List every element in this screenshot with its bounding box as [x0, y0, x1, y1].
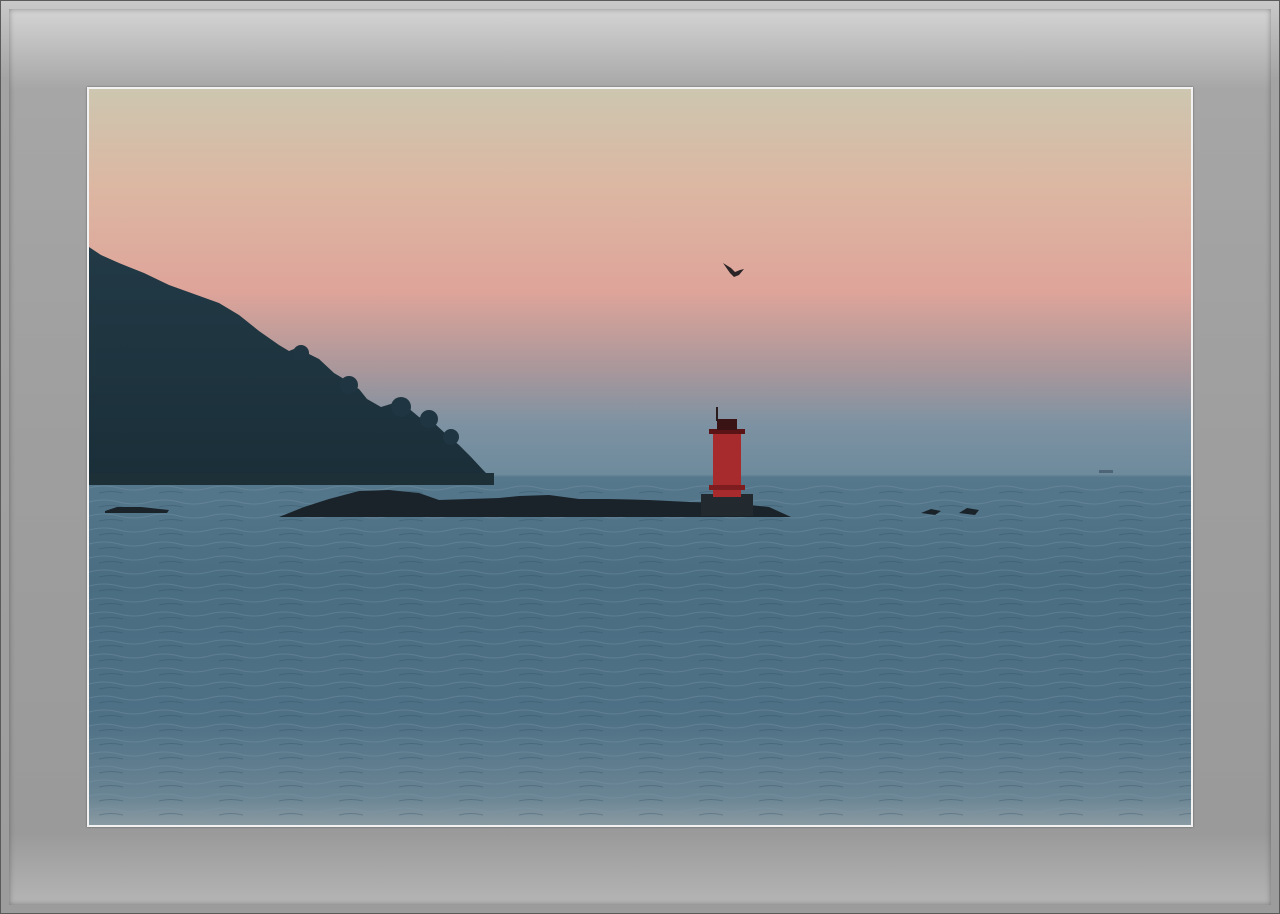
- tree: [340, 376, 358, 394]
- seascape-photo: [89, 89, 1191, 825]
- hill-shore: [89, 473, 494, 485]
- tree: [391, 397, 411, 417]
- photograph: [89, 89, 1191, 825]
- lighthouse-lantern: [717, 419, 737, 430]
- lighthouse-band: [709, 485, 745, 490]
- lighthouse-mast: [716, 407, 718, 421]
- lighthouse-base: [701, 494, 753, 516]
- tree: [443, 429, 459, 445]
- distant-ship: [1099, 470, 1113, 473]
- tree: [293, 345, 309, 361]
- sea-waves: [89, 484, 1191, 825]
- tree: [420, 410, 438, 428]
